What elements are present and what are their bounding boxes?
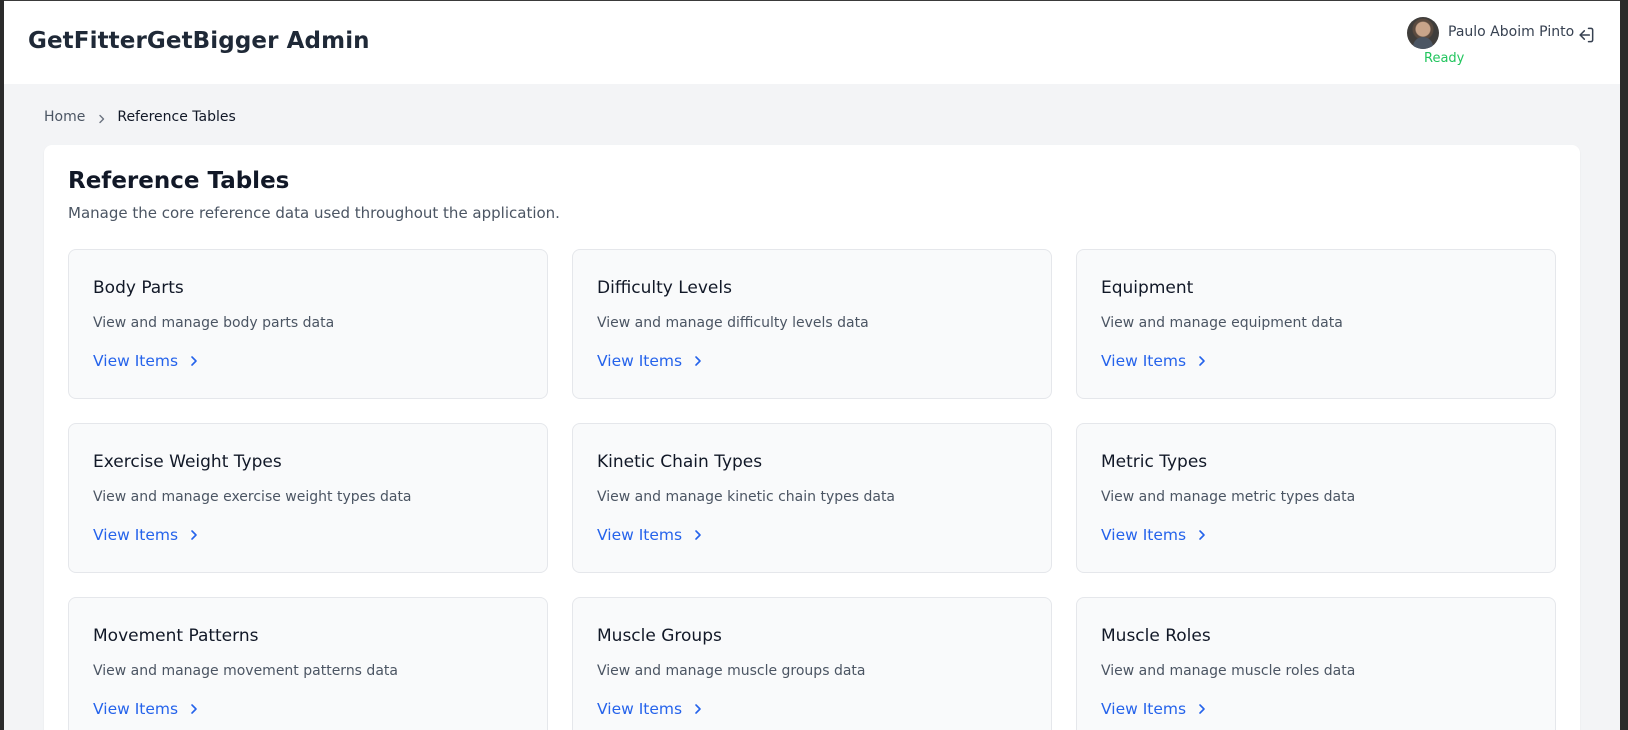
card-description: View and manage movement patterns data bbox=[93, 663, 398, 679]
view-items-label: View Items bbox=[1101, 700, 1187, 718]
top-bar: GetFitterGetBigger Admin Paulo Aboim Pin… bbox=[4, 0, 1620, 84]
card-difficulty-levels: Difficulty Levels View and manage diffic… bbox=[572, 249, 1052, 399]
breadcrumb: Home Reference Tables bbox=[44, 109, 236, 125]
card-title: Exercise Weight Types bbox=[93, 452, 282, 472]
chevron-right-icon bbox=[695, 530, 701, 540]
chevron-right-icon bbox=[1199, 704, 1205, 714]
app-title[interactable]: GetFitterGetBigger Admin bbox=[28, 28, 370, 54]
view-items-link-movement-patterns[interactable]: View Items bbox=[93, 700, 199, 718]
view-items-link-body-parts[interactable]: View Items bbox=[93, 352, 199, 370]
view-items-link-difficulty-levels[interactable]: View Items bbox=[597, 352, 703, 370]
card-description: View and manage exercise weight types da… bbox=[93, 489, 412, 505]
chevron-right-icon bbox=[97, 112, 107, 124]
breadcrumb-current: Reference Tables bbox=[117, 109, 236, 125]
reference-tables-panel: Reference Tables Manage the core referen… bbox=[44, 145, 1580, 730]
page-subtitle: Manage the core reference data used thro… bbox=[68, 204, 560, 222]
card-metric-types: Metric Types View and manage metric type… bbox=[1076, 423, 1556, 573]
card-title: Muscle Groups bbox=[597, 626, 722, 646]
app-frame: GetFitterGetBigger Admin Paulo Aboim Pin… bbox=[4, 0, 1620, 730]
breadcrumb-home-link[interactable]: Home bbox=[44, 109, 85, 125]
chevron-right-icon bbox=[191, 356, 197, 366]
page-title: Reference Tables bbox=[68, 168, 290, 194]
connection-status: Ready bbox=[1424, 51, 1465, 66]
card-movement-patterns: Movement Patterns View and manage moveme… bbox=[68, 597, 548, 730]
chevron-right-icon bbox=[1199, 356, 1205, 366]
card-description: View and manage equipment data bbox=[1101, 315, 1343, 331]
user-avatar[interactable] bbox=[1407, 17, 1439, 49]
logout-icon[interactable] bbox=[1576, 25, 1596, 45]
card-description: View and manage body parts data bbox=[93, 315, 335, 331]
card-equipment: Equipment View and manage equipment data… bbox=[1076, 249, 1556, 399]
card-title: Kinetic Chain Types bbox=[597, 452, 763, 472]
card-description: View and manage difficulty levels data bbox=[597, 315, 869, 331]
card-title: Metric Types bbox=[1101, 452, 1208, 472]
chevron-right-icon bbox=[191, 530, 197, 540]
card-title: Movement Patterns bbox=[93, 626, 259, 646]
card-description: View and manage muscle roles data bbox=[1101, 663, 1356, 679]
view-items-link-muscle-roles[interactable]: View Items bbox=[1101, 700, 1207, 718]
user-name: Paulo Aboim Pinto bbox=[1448, 24, 1575, 40]
card-title: Muscle Roles bbox=[1101, 626, 1211, 646]
card-title: Body Parts bbox=[93, 278, 184, 298]
view-items-link-equipment[interactable]: View Items bbox=[1101, 352, 1207, 370]
card-kinetic-chain-types: Kinetic Chain Types View and manage kine… bbox=[572, 423, 1052, 573]
view-items-label: View Items bbox=[597, 352, 683, 370]
view-items-label: View Items bbox=[93, 700, 179, 718]
view-items-label: View Items bbox=[93, 352, 179, 370]
card-description: View and manage kinetic chain types data bbox=[597, 489, 896, 505]
card-title: Difficulty Levels bbox=[597, 278, 732, 298]
chevron-right-icon bbox=[695, 704, 701, 714]
view-items-link-muscle-groups[interactable]: View Items bbox=[597, 700, 703, 718]
view-items-link-metric-types[interactable]: View Items bbox=[1101, 526, 1207, 544]
view-items-label: View Items bbox=[1101, 526, 1187, 544]
view-items-label: View Items bbox=[597, 700, 683, 718]
chevron-right-icon bbox=[1199, 530, 1205, 540]
view-items-label: View Items bbox=[93, 526, 179, 544]
card-muscle-roles: Muscle Roles View and manage muscle role… bbox=[1076, 597, 1556, 730]
view-items-label: View Items bbox=[1101, 352, 1187, 370]
chevron-right-icon bbox=[695, 356, 701, 366]
window-edge bbox=[1620, 0, 1628, 730]
chevron-right-icon bbox=[191, 704, 197, 714]
card-title: Equipment bbox=[1101, 278, 1194, 298]
view-items-link-exercise-weight-types[interactable]: View Items bbox=[93, 526, 199, 544]
card-body-parts: Body Parts View and manage body parts da… bbox=[68, 249, 548, 399]
card-description: View and manage metric types data bbox=[1101, 489, 1356, 505]
card-description: View and manage muscle groups data bbox=[597, 663, 866, 679]
card-exercise-weight-types: Exercise Weight Types View and manage ex… bbox=[68, 423, 548, 573]
card-muscle-groups: Muscle Groups View and manage muscle gro… bbox=[572, 597, 1052, 730]
view-items-label: View Items bbox=[597, 526, 683, 544]
view-items-link-kinetic-chain-types[interactable]: View Items bbox=[597, 526, 703, 544]
